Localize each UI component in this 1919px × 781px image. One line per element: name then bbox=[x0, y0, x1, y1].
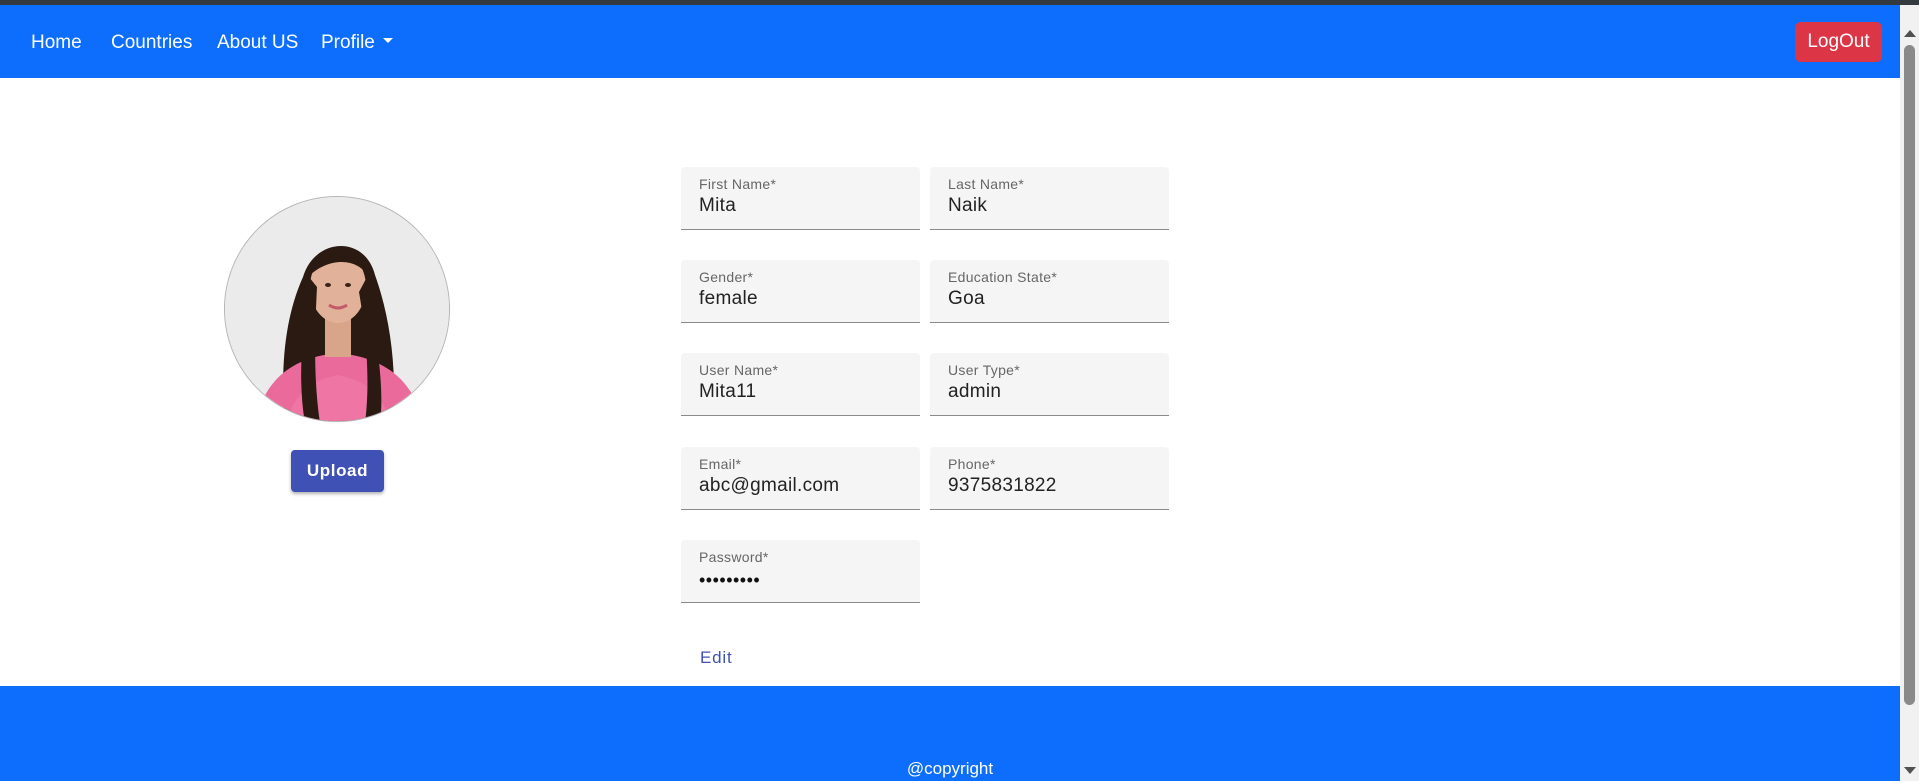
user-name-value: Mita11 bbox=[699, 381, 757, 402]
last-name-field[interactable]: Last Name* Naik bbox=[930, 167, 1169, 230]
user-type-field[interactable]: User Type* admin bbox=[930, 353, 1169, 416]
password-field[interactable]: Password* ••••••••• bbox=[681, 540, 920, 603]
nav-home-link[interactable]: Home bbox=[31, 32, 82, 54]
top-navbar: Home Countries About US Profile LogOut bbox=[0, 5, 1900, 78]
nav-profile-label: Profile bbox=[321, 32, 375, 53]
scroll-up-arrow-icon[interactable] bbox=[1904, 30, 1916, 37]
user-name-field[interactable]: User Name* Mita11 bbox=[681, 353, 920, 416]
edit-button[interactable]: Edit bbox=[700, 648, 733, 668]
gender-field[interactable]: Gender* female bbox=[681, 260, 920, 323]
first-name-label: First Name* bbox=[699, 176, 777, 192]
copyright-text: @copyright bbox=[906, 759, 994, 778]
first-name-value: Mita bbox=[699, 195, 737, 216]
phone-label: Phone* bbox=[948, 456, 996, 472]
phone-field[interactable]: Phone* 9375831822 bbox=[930, 447, 1169, 510]
user-photo-icon bbox=[225, 197, 449, 421]
last-name-label: Last Name* bbox=[948, 176, 1025, 192]
page-footer: @copyright bbox=[0, 686, 1900, 781]
email-field[interactable]: Email* abc@gmail.com bbox=[681, 447, 920, 510]
profile-avatar bbox=[224, 196, 450, 422]
scroll-down-arrow-icon[interactable] bbox=[1904, 767, 1916, 774]
user-type-label: User Type* bbox=[948, 362, 1020, 378]
last-name-value: Naik bbox=[948, 195, 988, 216]
gender-label: Gender* bbox=[699, 269, 754, 285]
education-state-field[interactable]: Education State* Goa bbox=[930, 260, 1169, 323]
password-value: ••••••••• bbox=[699, 570, 761, 590]
scrollbar-thumb[interactable] bbox=[1904, 45, 1915, 705]
caret-down-icon bbox=[382, 38, 393, 44]
first-name-field[interactable]: First Name* Mita bbox=[681, 167, 920, 230]
user-name-label: User Name* bbox=[699, 362, 779, 378]
education-state-value: Goa bbox=[948, 288, 985, 309]
nav-about-link[interactable]: About US bbox=[217, 32, 298, 54]
password-label: Password* bbox=[699, 549, 769, 565]
email-label: Email* bbox=[699, 456, 742, 472]
education-state-label: Education State* bbox=[948, 269, 1058, 285]
upload-photo-button[interactable]: Upload bbox=[291, 450, 384, 492]
user-type-value: admin bbox=[948, 381, 1002, 402]
phone-value: 9375831822 bbox=[948, 475, 1057, 496]
nav-countries-link[interactable]: Countries bbox=[111, 32, 192, 54]
gender-value: female bbox=[699, 288, 758, 309]
logout-button[interactable]: LogOut bbox=[1795, 22, 1882, 62]
page-scrollbar[interactable] bbox=[1900, 5, 1919, 781]
nav-profile-dropdown[interactable]: Profile bbox=[321, 32, 393, 54]
email-value: abc@gmail.com bbox=[699, 475, 840, 496]
